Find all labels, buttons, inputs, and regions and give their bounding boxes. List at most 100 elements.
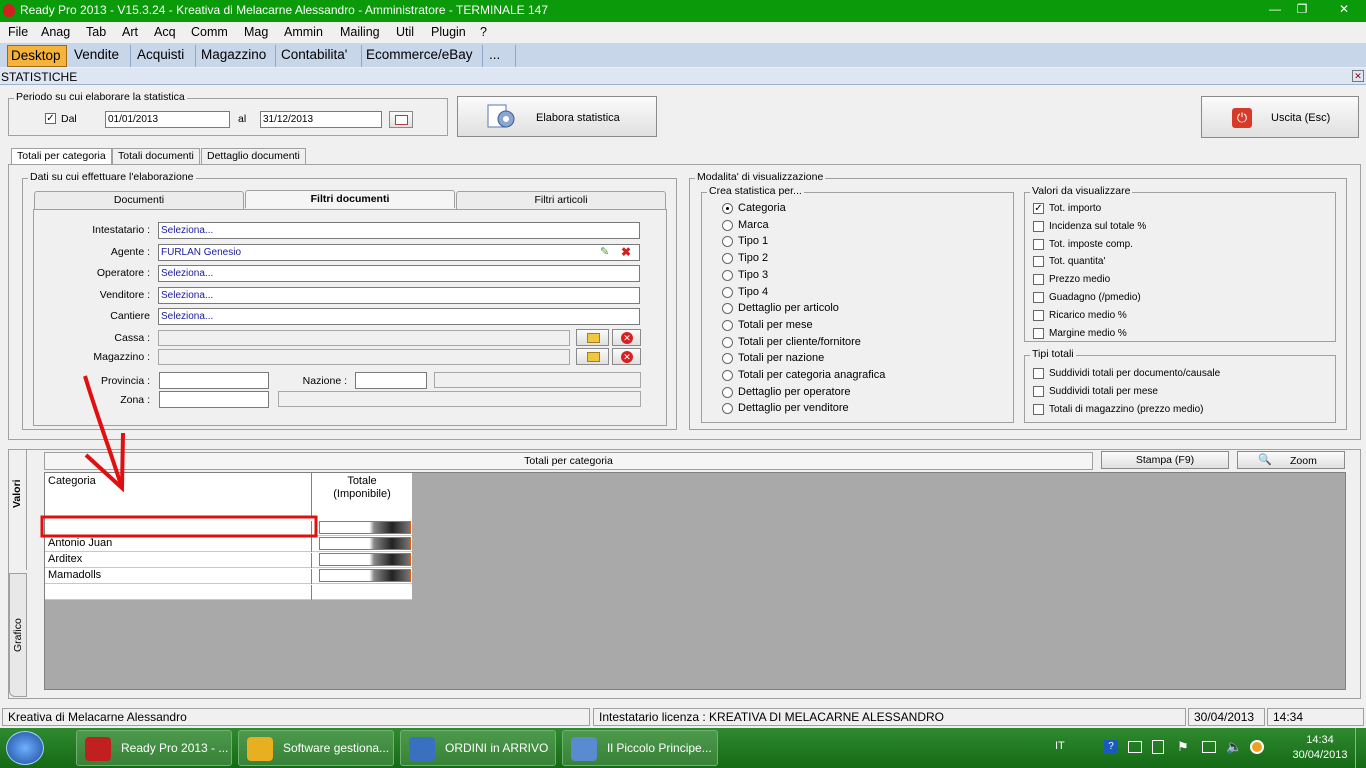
show-desktop-button[interactable]: [1355, 728, 1366, 768]
tab-desktop[interactable]: Desktop: [7, 45, 67, 67]
crea-radio-5[interactable]: [722, 286, 733, 298]
crea-option-label[interactable]: Tipo 1: [738, 235, 768, 247]
table-cell-categoria[interactable]: Mamadolls: [45, 569, 312, 584]
nazione-input[interactable]: [355, 372, 427, 389]
taskbar-item[interactable]: ORDINI in ARRIVO: [400, 730, 556, 766]
magazzino-browse-button[interactable]: [576, 348, 609, 365]
agente-field[interactable]: FURLAN Genesio: [158, 244, 640, 261]
menu-util[interactable]: Util: [396, 25, 414, 39]
crea-option-label[interactable]: Totali per cliente/fornitore: [738, 336, 861, 348]
crea-option-label[interactable]: Totali per nazione: [738, 352, 824, 364]
tab-more[interactable]: ...: [486, 45, 516, 67]
menu-art[interactable]: Art: [122, 25, 138, 39]
subtab-filtri-articoli[interactable]: Filtri articoli: [456, 191, 666, 209]
crea-option-label[interactable]: Tipo 3: [738, 269, 768, 281]
tipi-checkbox-1[interactable]: [1033, 386, 1044, 397]
table-row[interactable]: Mamadolls: [45, 568, 412, 584]
valori-checkbox-7[interactable]: [1033, 327, 1044, 339]
taskbar-item[interactable]: Ready Pro 2013 - ...: [76, 730, 232, 766]
valori-checkbox-0[interactable]: ✓: [1033, 203, 1044, 214]
table-cell-categoria[interactable]: [45, 521, 312, 536]
start-button-icon[interactable]: [6, 731, 44, 765]
side-tab-valori[interactable]: Valori: [9, 450, 27, 570]
tab-ecommerce[interactable]: Ecommerce/eBay: [363, 45, 483, 67]
cassa-browse-button[interactable]: [576, 329, 609, 346]
crea-option-label[interactable]: Tipo 2: [738, 252, 768, 264]
table-cell-categoria[interactable]: Antonio Juan: [45, 537, 312, 552]
crea-option-label[interactable]: Dettaglio per articolo: [738, 302, 839, 314]
zoom-button[interactable]: 🔍 Zoom: [1237, 451, 1345, 469]
flag-tray-icon[interactable]: ⚑: [1177, 739, 1189, 755]
crea-radio-8[interactable]: [722, 336, 733, 348]
valori-option-label[interactable]: Guadagno (/pmedio): [1049, 292, 1141, 303]
menu-mag[interactable]: Mag: [244, 25, 268, 39]
table-row[interactable]: [45, 520, 412, 536]
tipi-checkbox-2[interactable]: [1033, 404, 1044, 415]
valori-option-label[interactable]: Ricarico medio %: [1049, 310, 1127, 321]
menu-ammin[interactable]: Ammin: [284, 25, 323, 39]
close-window-icon[interactable]: ✕: [1326, 1, 1362, 18]
tipi-option-label[interactable]: Suddividi totali per mese: [1049, 386, 1158, 397]
clock-time[interactable]: 14:34: [1290, 734, 1350, 746]
side-tab-grafico[interactable]: Grafico: [9, 573, 27, 697]
tab-totali-categoria[interactable]: Totali per categoria: [11, 148, 112, 165]
valori-checkbox-4[interactable]: [1033, 274, 1044, 286]
valori-checkbox-1[interactable]: [1033, 220, 1044, 232]
minimize-icon[interactable]: —: [1262, 1, 1288, 18]
cantiere-field[interactable]: Seleziona...: [158, 308, 640, 325]
menu-tab[interactable]: Tab: [86, 25, 106, 39]
crea-radio-0[interactable]: [722, 203, 733, 214]
volume-tray-icon[interactable]: 🔈: [1226, 739, 1242, 755]
magazzino-clear-button[interactable]: ✕: [612, 348, 641, 365]
tab-magazzino[interactable]: Magazzino: [198, 45, 276, 67]
valori-option-label[interactable]: Tot. imposte comp.: [1049, 239, 1133, 250]
crea-option-label[interactable]: Tipo 4: [738, 286, 768, 298]
update-tray-icon[interactable]: [1250, 740, 1264, 754]
column-header-categoria[interactable]: Categoria: [45, 473, 312, 517]
valori-option-label[interactable]: Prezzo medio: [1049, 274, 1110, 285]
taskbar-item[interactable]: Software gestiona...: [238, 730, 394, 766]
subtab-documenti[interactable]: Documenti: [34, 191, 244, 209]
valori-option-label[interactable]: Tot. quantita': [1049, 256, 1105, 267]
tipi-checkbox-0[interactable]: [1033, 368, 1044, 379]
menu-comm[interactable]: Comm: [191, 25, 228, 39]
intestatario-field[interactable]: Seleziona...: [158, 222, 640, 239]
valori-option-label[interactable]: Tot. importo: [1049, 203, 1101, 214]
crea-option-label[interactable]: Marca: [738, 219, 769, 231]
menu-anag[interactable]: Anag: [41, 25, 70, 39]
maximize-icon[interactable]: ❐: [1289, 1, 1315, 18]
menu-plugin[interactable]: Plugin: [431, 25, 466, 39]
crea-radio-10[interactable]: [722, 370, 733, 381]
valori-checkbox-3[interactable]: [1033, 256, 1044, 268]
crea-radio-11[interactable]: [722, 386, 733, 398]
close-form-icon[interactable]: ✕: [1352, 70, 1364, 82]
menu-mailing[interactable]: Mailing: [340, 25, 380, 39]
subtab-filtri-documenti[interactable]: Filtri documenti: [245, 190, 455, 208]
network-tray-icon[interactable]: [1128, 741, 1142, 753]
valori-option-label[interactable]: Incidenza sul totale %: [1049, 221, 1146, 232]
date-from-input[interactable]: 01/01/2013: [105, 111, 230, 128]
crea-option-label[interactable]: Categoria: [738, 202, 786, 214]
table-row[interactable]: Arditex: [45, 552, 412, 568]
clock-date[interactable]: 30/04/2013: [1290, 749, 1350, 761]
venditore-field[interactable]: Seleziona...: [158, 287, 640, 304]
tipi-option-label[interactable]: Suddividi totali per documento/causale: [1049, 368, 1220, 379]
crea-option-label[interactable]: Dettaglio per venditore: [738, 402, 849, 414]
zona-input[interactable]: [159, 391, 269, 408]
tab-acquisti[interactable]: Acquisti: [134, 45, 196, 67]
crea-option-label[interactable]: Dettaglio per operatore: [738, 386, 851, 398]
help-tray-icon[interactable]: ?: [1104, 740, 1118, 754]
menu-help[interactable]: ?: [480, 25, 487, 39]
tab-contabilita[interactable]: Contabilita': [278, 45, 362, 67]
crea-option-label[interactable]: Totali per categoria anagrafica: [738, 369, 885, 381]
table-row[interactable]: Antonio Juan: [45, 536, 412, 552]
crea-radio-4[interactable]: [722, 269, 733, 281]
valori-checkbox-5[interactable]: [1033, 292, 1044, 303]
crea-option-label[interactable]: Totali per mese: [738, 319, 813, 331]
dal-checkbox[interactable]: ✓: [45, 113, 56, 124]
valori-checkbox-6[interactable]: [1033, 309, 1044, 321]
uscita-button[interactable]: ⏻ Uscita (Esc): [1201, 96, 1359, 138]
date-to-input[interactable]: 31/12/2013: [260, 111, 382, 128]
language-indicator[interactable]: IT: [1055, 740, 1065, 752]
menu-acq[interactable]: Acq: [154, 25, 176, 39]
